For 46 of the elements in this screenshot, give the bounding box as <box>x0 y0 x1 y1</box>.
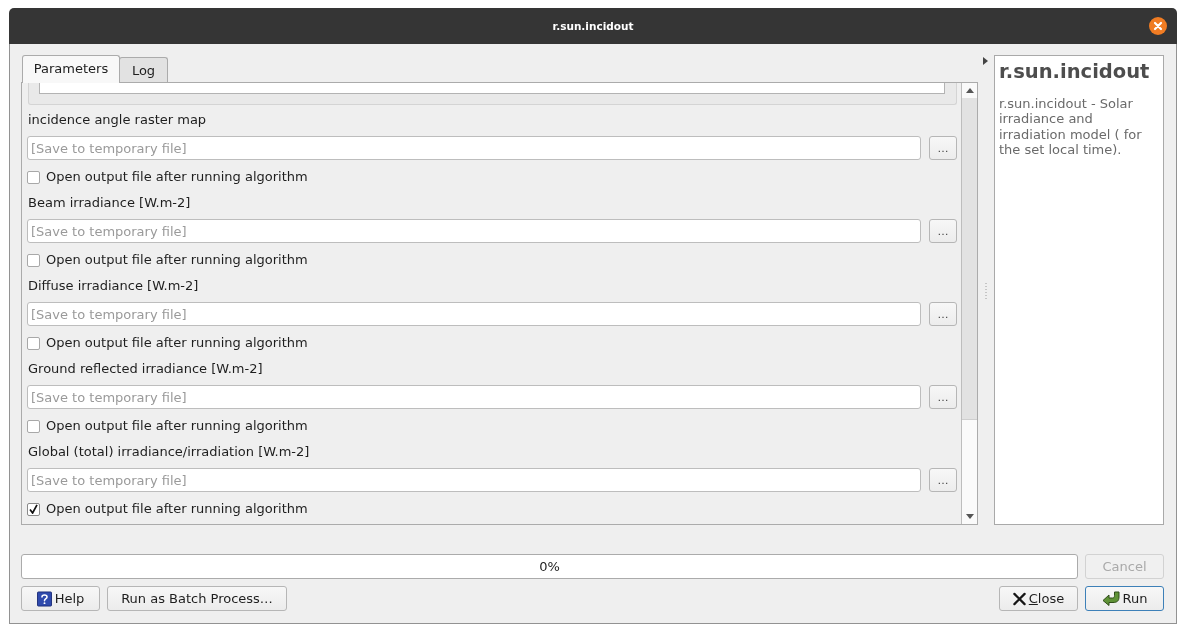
output-file-field[interactable]: [Save to temporary file] <box>27 302 921 326</box>
checkbox[interactable] <box>27 336 40 350</box>
close-button[interactable]: Close <box>999 586 1078 611</box>
checkbox[interactable] <box>27 253 40 267</box>
checkbox-label[interactable]: Open output file after running algorithm <box>46 335 308 351</box>
scrollbar-thumb[interactable] <box>962 98 977 420</box>
output-file-field[interactable]: [Save to temporary file] <box>27 468 921 492</box>
right-arrow-icon[interactable] <box>983 57 988 65</box>
output-file-field[interactable]: [Save to temporary file] <box>27 385 921 409</box>
parameter-label: incidence angle raster map <box>27 112 207 128</box>
parameter-label: Global (total) irradiance/irradiation [W.m-2] <box>27 444 310 460</box>
output-file-field[interactable]: [Save to temporary file] <box>27 136 921 160</box>
browse-button[interactable]: … <box>929 385 957 409</box>
close-icon[interactable] <box>1149 17 1167 35</box>
run-button[interactable]: Run <box>1085 586 1164 611</box>
help-icon <box>36 590 52 607</box>
browse-button[interactable]: … <box>929 468 957 492</box>
x-icon <box>1012 591 1026 606</box>
tab[interactable]: Parameters <box>22 55 120 83</box>
batch-process-button[interactable]: Run as Batch Process… <box>107 586 287 611</box>
help-description: r.sun.incidout - Solar irradiance and irradiation model ( for the set local time). <box>999 96 1143 158</box>
checkbox[interactable] <box>27 502 40 516</box>
input-field[interactable] <box>39 83 945 94</box>
checkbox-label[interactable]: Open output file after running algorithm <box>46 501 308 517</box>
checkbox-label[interactable]: Open output file after running algorithm <box>46 252 308 268</box>
up-arrow-icon[interactable] <box>965 88 974 93</box>
window-title: r.sun.incidout <box>552 20 634 32</box>
browse-button[interactable]: … <box>929 302 957 326</box>
browse-button[interactable]: … <box>929 136 957 160</box>
arrow-icon <box>1101 591 1120 606</box>
down-arrow-icon[interactable] <box>965 514 974 519</box>
help-button[interactable]: Help <box>21 586 100 611</box>
progress-reading: 0% <box>539 559 560 574</box>
checkbox[interactable] <box>27 170 40 184</box>
parameter-label: Diffuse irradiance [W.m-2] <box>27 278 199 294</box>
checkbox-label[interactable]: Open output file after running algorithm <box>46 418 308 434</box>
checkbox-label[interactable]: Open output file after running algorithm <box>46 169 308 185</box>
checkmark-icon <box>29 504 38 514</box>
browse-button[interactable]: … <box>929 219 957 243</box>
parameter-label: Beam irradiance [W.m-2] <box>27 195 191 211</box>
tab[interactable]: Log <box>119 57 168 82</box>
checkbox[interactable] <box>27 419 40 433</box>
help-title: r.sun.incidout <box>999 59 1150 85</box>
scrollbar[interactable] <box>961 83 977 524</box>
parameter-label: Ground reflected irradiance [W.m-2] <box>27 361 263 377</box>
output-file-field[interactable]: [Save to temporary file] <box>27 219 921 243</box>
